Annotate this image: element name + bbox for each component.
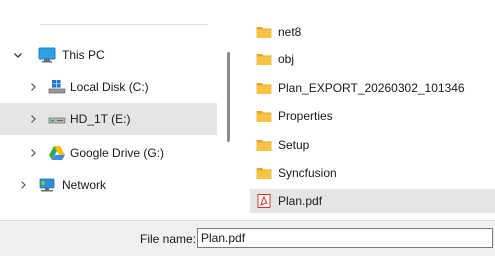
- chevron-right-icon[interactable]: [17, 179, 29, 191]
- nav-item-this-pc[interactable]: This PC: [0, 39, 217, 71]
- chevron-down-icon[interactable]: [12, 49, 24, 61]
- list-item-properties[interactable]: Properties: [256, 104, 495, 128]
- list-item-plan-export[interactable]: Plan_EXPORT_20260302_101346: [256, 76, 495, 100]
- nav-label-local-disk: Local Disk (C:): [70, 80, 149, 94]
- folder-icon: [256, 111, 272, 122]
- file-name: Properties: [278, 109, 333, 123]
- nav-label-network: Network: [62, 178, 107, 192]
- file-list-pane: net8 obj Plan_EXPORT_20260302_101346 Pro…: [240, 0, 495, 220]
- windows-drive-icon: [48, 79, 66, 95]
- nav-item-google-drive[interactable]: Google Drive (G:): [0, 137, 217, 169]
- external-drive-icon: [48, 111, 66, 127]
- list-item-net8[interactable]: net8: [256, 20, 495, 44]
- nav-item-network[interactable]: Network: [0, 169, 217, 201]
- list-item-plan-pdf[interactable]: Plan.pdf: [250, 189, 495, 213]
- google-drive-icon: [48, 145, 66, 161]
- navigation-pane: This PC Local Disk (C:) HD_1T (E:) Googl…: [0, 0, 218, 220]
- monitor-icon: [38, 47, 56, 63]
- folder-icon: [256, 54, 272, 65]
- file-name: Plan_EXPORT_20260302_101346: [278, 81, 465, 95]
- list-item-syncfusion[interactable]: Syncfusion: [256, 161, 495, 185]
- file-name-input[interactable]: [197, 228, 493, 248]
- nav-item-hd-1t[interactable]: HD_1T (E:): [0, 103, 217, 135]
- nav-label-hd-1t: HD_1T (E:): [70, 112, 131, 126]
- nav-label-google-drive: Google Drive (G:): [70, 146, 165, 160]
- file-name: Plan.pdf: [278, 194, 323, 208]
- file-name-bar: File name:: [0, 220, 495, 256]
- list-item-obj[interactable]: obj: [256, 47, 495, 71]
- pdf-file-icon: [257, 194, 271, 208]
- nav-scrollbar-thumb[interactable]: [227, 52, 230, 142]
- chevron-right-icon[interactable]: [27, 147, 39, 159]
- file-name-label: File name:: [140, 232, 197, 246]
- nav-divider: [40, 24, 208, 25]
- file-name: Syncfusion: [278, 166, 337, 180]
- folder-icon: [256, 168, 272, 179]
- file-name: net8: [278, 25, 302, 39]
- file-name: obj: [278, 52, 295, 66]
- network-icon: [38, 177, 56, 193]
- nav-scrollbar[interactable]: [227, 0, 233, 220]
- folder-icon: [256, 27, 272, 38]
- folder-icon: [256, 83, 272, 94]
- nav-label-this-pc: This PC: [62, 48, 105, 62]
- nav-item-local-disk[interactable]: Local Disk (C:): [0, 71, 217, 103]
- folder-icon: [256, 140, 272, 151]
- file-name: Setup: [278, 138, 310, 152]
- chevron-right-icon[interactable]: [27, 113, 39, 125]
- list-item-setup[interactable]: Setup: [256, 133, 495, 157]
- chevron-right-icon[interactable]: [27, 81, 39, 93]
